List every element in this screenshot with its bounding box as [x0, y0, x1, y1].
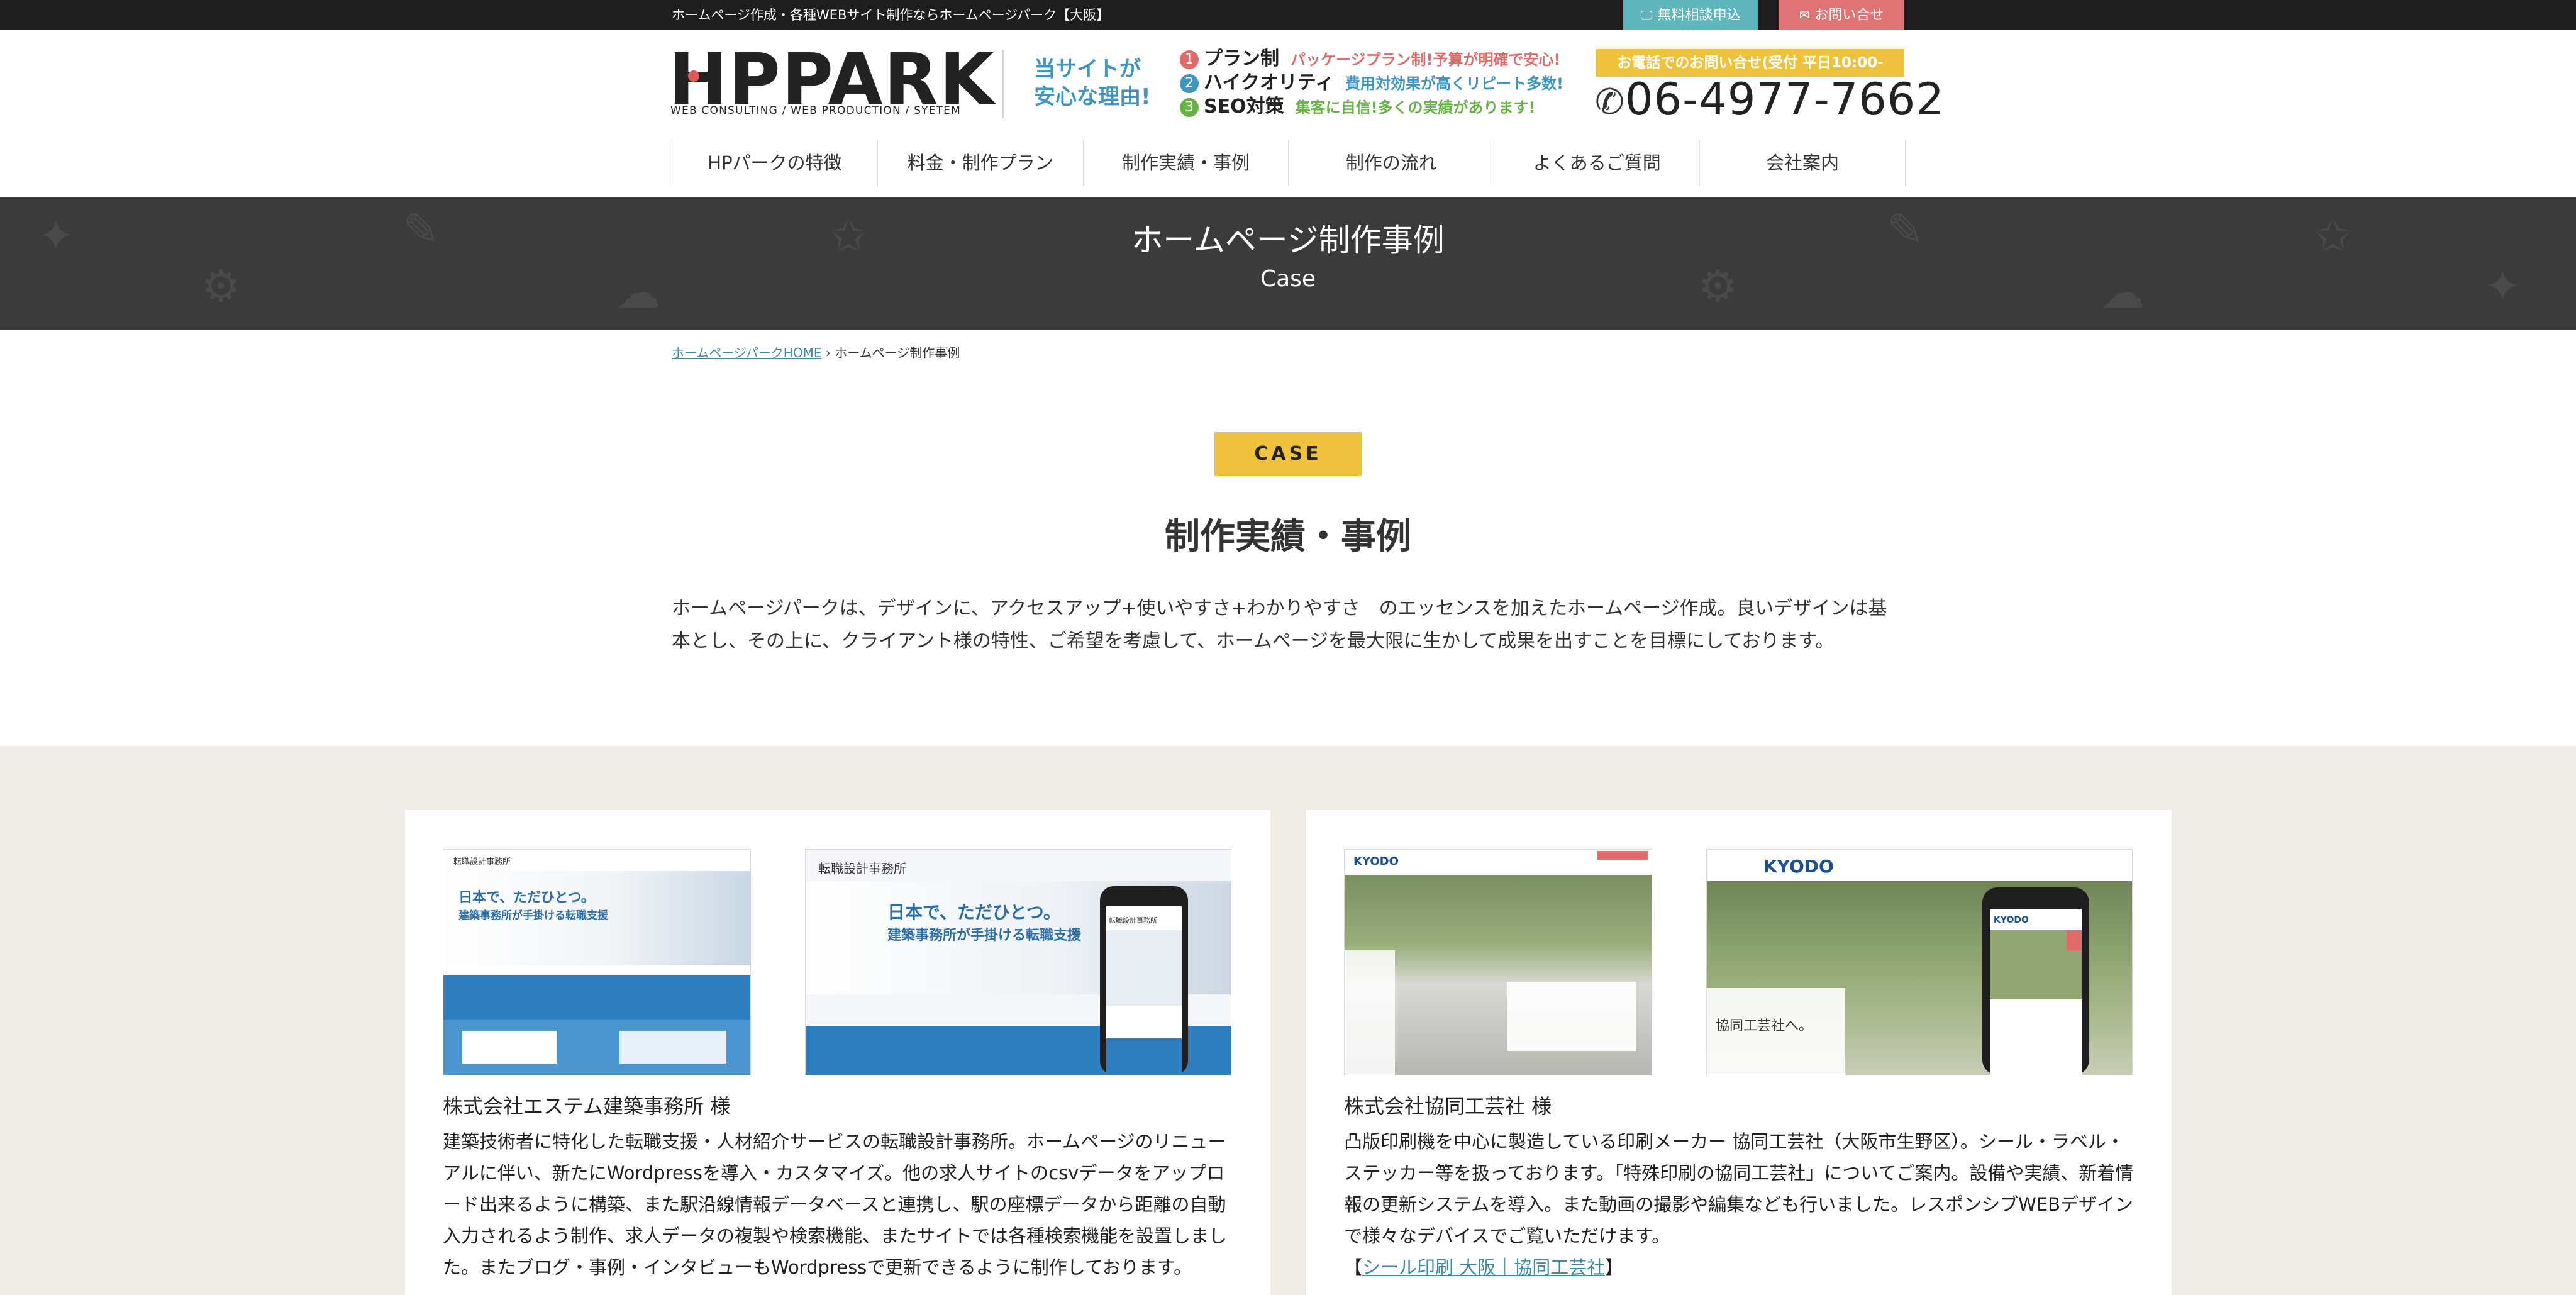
breadcrumb-separator: › — [821, 345, 835, 360]
mock-search-bar — [443, 975, 750, 1020]
point-desc: 費用対効果が高くリピート多数! — [1345, 75, 1563, 92]
reason-heading: 当サイトが 安心な理由! — [1034, 55, 1151, 111]
nav-item-company[interactable]: 会社案内 — [1700, 140, 1905, 186]
mock-badge — [1597, 851, 1648, 860]
case-description: 凸版印刷機を中心に製造している印刷メーカー 協同工芸社（大阪市生野区）。シール・… — [1344, 1126, 2134, 1283]
case-screenshot-pc[interactable]: KYODO — [1344, 849, 1652, 1075]
mock-site-name: 転職設計事務所 — [1109, 916, 1157, 925]
case-card: KYODO KYODO 協同工芸社へ。 KYODO 株式会社協同工芸社 様 凸版… — [1306, 810, 2172, 1295]
mock-caption: 協同工芸社へ。 — [1716, 1018, 1813, 1034]
point-number: 2 — [1180, 74, 1199, 93]
case-card: 転職設計事務所 日本で、ただひとつ。 建築事務所が手掛ける転職支援 転職設計事務… — [405, 810, 1270, 1295]
section-title: 制作実績・事例 — [1165, 516, 1411, 557]
mock-side-panel — [1345, 950, 1395, 1075]
case-badge: CASE — [1214, 432, 1362, 476]
breadcrumb-current: ホームページ制作事例 — [835, 345, 960, 360]
point-number: 1 — [1180, 50, 1199, 69]
site-tagline: ホームページ作成・各種WEBサイト制作ならホームページパーク【大阪】 — [672, 8, 1110, 23]
point-desc: 集客に自信!多くの実績があります! — [1295, 99, 1536, 116]
link-bracket-open: 【 — [1344, 1257, 1363, 1278]
point-title: プラン制 — [1204, 48, 1279, 70]
mock-brand: KYODO — [1763, 856, 1834, 877]
phone-icon: ✆ — [1595, 82, 1624, 123]
point-1: 1 プラン制 パッケージプラン制!予算が明確で安心! — [1180, 47, 1560, 72]
nav-item-faq[interactable]: よくあるご質問 — [1494, 140, 1701, 186]
case-title: 株式会社協同工芸社 様 — [1344, 1094, 1552, 1118]
case-screenshot-responsive[interactable]: 転職設計事務所 日本で、ただひとつ。 建築事務所が手掛ける転職支援 転職設計事務… — [805, 849, 1231, 1075]
page-hero: ✦ ⚙ ✎ ☁ ✩ ⚙ ✎ ☁ ✩ ✦ ホームページ制作事例 Case — [0, 197, 2576, 330]
mock-site-name: 転職設計事務所 — [818, 861, 906, 876]
reason-line-2: 安心な理由! — [1034, 84, 1151, 109]
logo-dot — [688, 70, 699, 82]
tel-number[interactable]: 06-4977-7662 — [1625, 74, 1945, 125]
link-bracket-close: 】 — [1605, 1257, 1624, 1278]
breadcrumb: ホームページパークHOME › ホームページ制作事例 — [672, 343, 960, 361]
global-nav: HPパークの特徴 料金・制作プラン 制作実績・事例 制作の流れ よくあるご質問 … — [672, 140, 1906, 186]
mock-phone-hero — [1106, 930, 1182, 1006]
mock-headline-1: 日本で、ただひとつ。 — [887, 902, 1061, 923]
mail-icon: ✉ — [1799, 8, 1810, 23]
page-title: ホームページ制作事例 — [1131, 222, 1445, 258]
contact-button[interactable]: ✉ お問い合せ — [1779, 0, 1904, 30]
point-number: 3 — [1180, 98, 1199, 117]
nav-item-plans[interactable]: 料金・制作プラン — [878, 140, 1084, 186]
point-2: 2 ハイクオリティ 費用対効果が高くリピート多数! — [1180, 70, 1563, 96]
free-consult-button[interactable]: 🖵 無料相談申込 — [1623, 0, 1758, 30]
reason-line-1: 当サイトが — [1034, 57, 1141, 82]
mock-card — [619, 1031, 726, 1064]
point-title: ハイクオリティ — [1204, 72, 1334, 94]
breadcrumb-home-link[interactable]: ホームページパークHOME — [672, 345, 821, 360]
mock-headline-2: 建築事務所が手掛ける転職支援 — [887, 928, 1082, 943]
tel-hours-label: お電話でのお問い合せ(受付 平日10:00-18:00) — [1596, 49, 1904, 99]
mock-phone-menu — [2067, 930, 2082, 950]
case-site-link[interactable]: シール印刷 大阪｜協同工芸社 — [1362, 1257, 1605, 1278]
case-description-text: 凸版印刷機を中心に製造している印刷メーカー 協同工芸社（大阪市生野区）。シール・… — [1344, 1131, 2134, 1247]
header-divider — [1002, 50, 1004, 118]
nav-item-features[interactable]: HPパークの特徴 — [672, 140, 878, 186]
mock-brand: KYODO — [1353, 855, 1399, 868]
logo-subtitle: WEB CONSULTING / WEB PRODUCTION / SYETEM — [670, 104, 961, 117]
free-consult-label: 無料相談申込 — [1657, 8, 1741, 23]
case-screenshot-pc[interactable]: 転職設計事務所 日本で、ただひとつ。 建築事務所が手掛ける転職支援 — [443, 849, 751, 1075]
contact-label: お問い合せ — [1814, 8, 1884, 23]
mock-brand: KYODO — [1994, 915, 2029, 925]
point-desc: パッケージプラン制!予算が明確で安心! — [1291, 51, 1561, 69]
case-description: 建築技術者に特化した転職支援・人材紹介サービスの転職設計事務所。ホームページのリ… — [443, 1131, 1228, 1278]
mock-card — [462, 1031, 557, 1064]
cases-background — [0, 746, 2576, 1295]
mock-site-name: 転職設計事務所 — [453, 857, 511, 867]
top-bar: ホームページ作成・各種WEBサイト制作ならホームページパーク【大阪】 🖵 無料相談… — [0, 0, 2576, 30]
section-intro: ホームページパークは、デザインに、アクセスアップ+使いやすさ+わかりやすさ のエ… — [672, 597, 1887, 652]
mock-headline-2: 建築事務所が手掛ける転職支援 — [458, 909, 608, 922]
mock-headline-1: 日本で、ただひとつ。 — [458, 890, 595, 906]
monitor-icon: 🖵 — [1640, 8, 1653, 23]
page-subtitle: Case — [1260, 266, 1316, 292]
nav-item-works[interactable]: 制作実績・事例 — [1084, 140, 1289, 186]
point-title: SEO対策 — [1204, 96, 1284, 118]
mock-phone-bar — [1106, 1038, 1182, 1075]
point-3: 3 SEO対策 集客に自信!多くの実績があります! — [1180, 94, 1536, 120]
nav-item-flow[interactable]: 制作の流れ — [1289, 140, 1495, 186]
case-screenshot-responsive[interactable]: KYODO 協同工芸社へ。 KYODO — [1706, 849, 2133, 1075]
mock-caption-box — [1507, 982, 1636, 1051]
case-title: 株式会社エステム建築事務所 様 — [443, 1094, 731, 1118]
